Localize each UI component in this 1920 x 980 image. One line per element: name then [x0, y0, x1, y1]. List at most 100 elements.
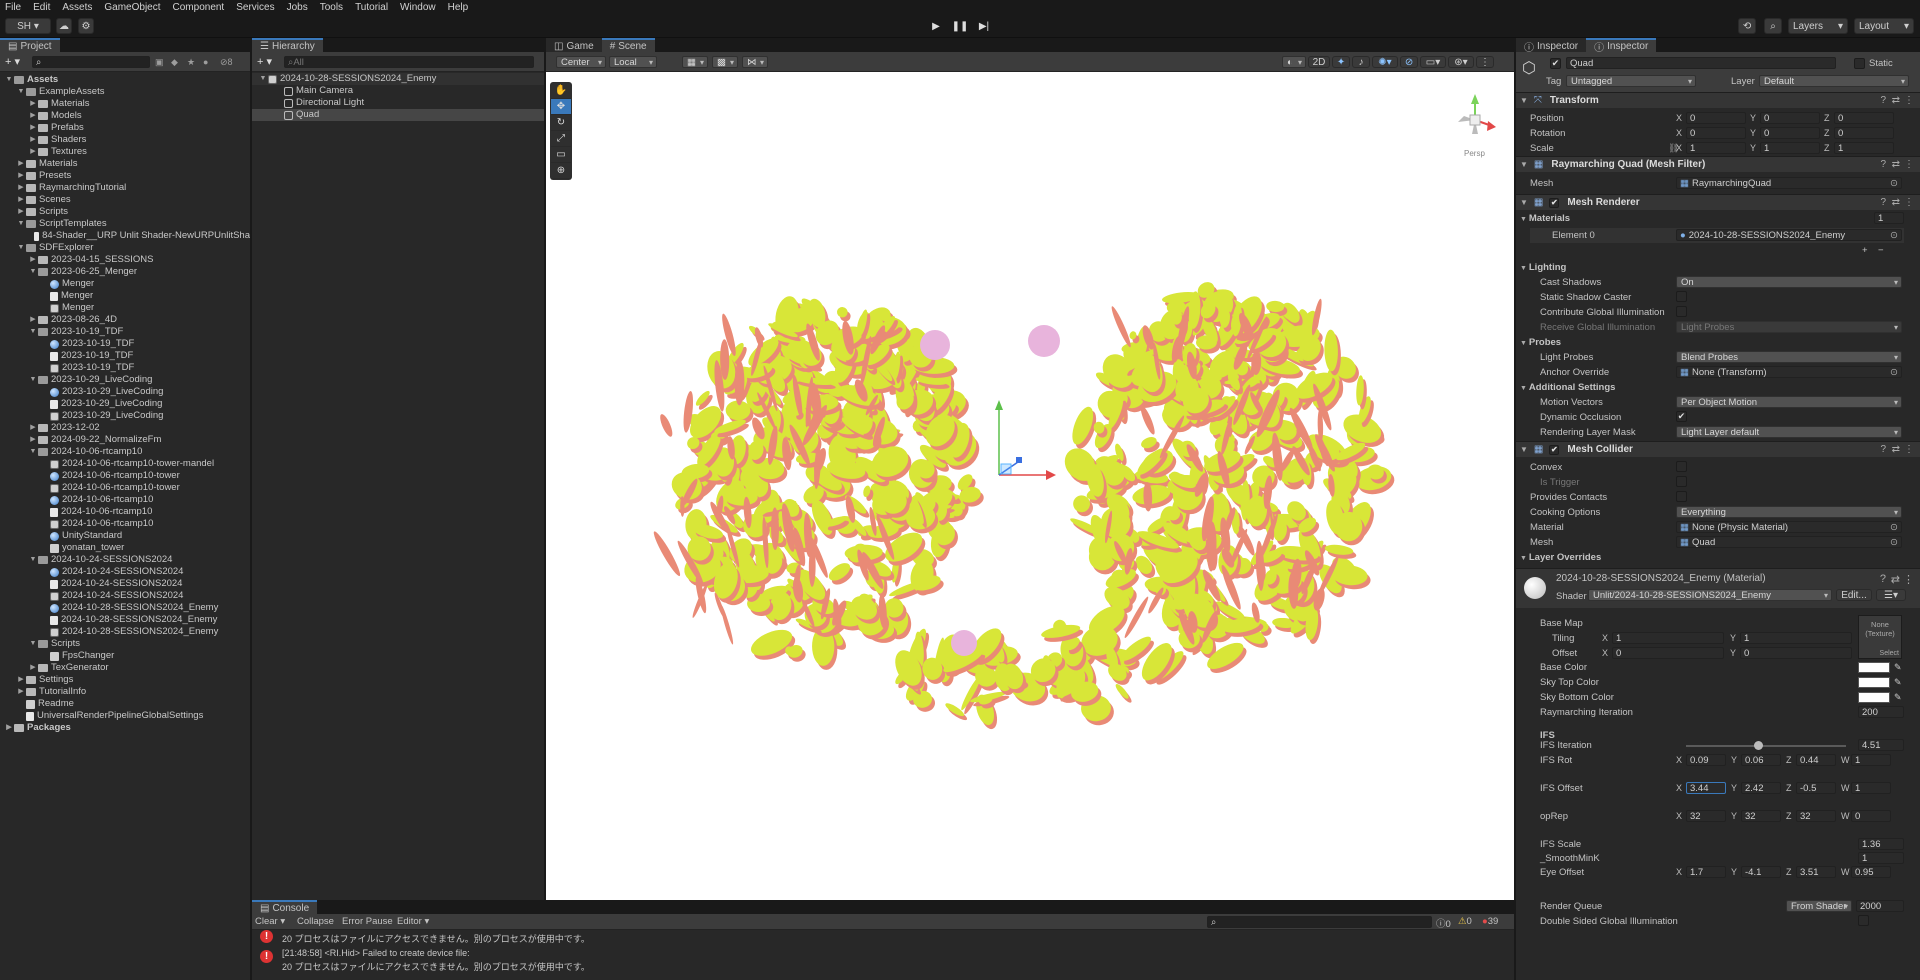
help-icon[interactable]: ? — [1880, 444, 1886, 455]
object-picker-icon[interactable]: ⊙ — [1890, 537, 1898, 547]
eye-offset-w-field[interactable]: 0.95 — [1851, 866, 1891, 878]
cloud-icon[interactable]: ☁ — [56, 18, 72, 34]
project-tree-item[interactable]: ▼ ScriptTemplates — [0, 218, 250, 230]
play-button[interactable]: ▶ — [925, 17, 947, 35]
base-map-texture-slot[interactable]: None (Texture) Select — [1858, 615, 1902, 659]
materials-section[interactable]: ▼ Materials — [1520, 213, 1570, 224]
sky-top-swatch[interactable] — [1858, 677, 1890, 688]
project-tree-item[interactable]: ▶ Shaders — [0, 134, 250, 146]
kebab-menu-icon[interactable]: ⋮ — [1904, 95, 1914, 106]
ifs-offset-w-field[interactable]: 1 — [1851, 782, 1891, 794]
favorite-icon[interactable]: ★ — [187, 57, 195, 68]
tiling-x-field[interactable]: 1 — [1612, 632, 1724, 644]
eyedropper-icon[interactable]: ✎ — [1894, 692, 1902, 703]
expand-arrow-icon[interactable]: ▶ — [28, 662, 38, 674]
project-tree-item[interactable]: ▶ 2023-08-26_4D — [0, 314, 250, 326]
preset-icon[interactable]: ⇄ — [1891, 573, 1900, 586]
pause-button[interactable]: ❚❚ — [949, 17, 971, 35]
expand-arrow-icon[interactable]: ▼ — [28, 374, 38, 386]
contrib-gi-checkbox[interactable] — [1676, 306, 1687, 317]
render-queue-dropdown[interactable]: From Shader — [1786, 900, 1852, 912]
step-button[interactable]: ▶| — [973, 17, 995, 35]
shader-dropdown[interactable]: Unlit/2024-10-28-SESSIONS2024_Enemy — [1588, 589, 1832, 601]
move-gizmo[interactable] — [995, 400, 1056, 480]
visibility-toggle-icon[interactable]: ⊘ — [1400, 56, 1418, 68]
project-tree-item[interactable]: 2024-10-28-SESSIONS2024_Enemy — [0, 626, 250, 638]
project-tree-item[interactable]: ▶ Packages — [0, 722, 250, 734]
project-tree-item[interactable]: ▼ 2023-06-25_Menger — [0, 266, 250, 278]
project-tree-item[interactable]: ▶ Materials — [0, 98, 250, 110]
project-tree-item[interactable]: 2023-10-29_LiveCoding — [0, 410, 250, 422]
menu-item[interactable]: Edit — [33, 2, 50, 13]
expand-arrow-icon[interactable]: ▼ — [1520, 445, 1528, 454]
orientation-gizmo[interactable]: Persp — [1450, 90, 1500, 160]
project-tree-item[interactable]: 2024-10-06-rtcamp10-tower — [0, 482, 250, 494]
console-line[interactable]: 20 プロセスはファイルにアクセスできません。別のプロセスが使用中です。 — [252, 960, 1514, 973]
expand-arrow-icon[interactable]: ▶ — [28, 254, 38, 266]
material-options-icon[interactable]: ☰▾ — [1876, 589, 1906, 601]
help-icon[interactable]: ? — [1880, 573, 1886, 585]
smooth-field[interactable]: 1 — [1858, 852, 1904, 864]
expand-arrow-icon[interactable]: ▼ — [28, 326, 38, 338]
tab-hierarchy[interactable]: ☰ Hierarchy — [252, 38, 323, 52]
camera-settings-icon[interactable]: ▭▾ — [1420, 56, 1446, 68]
render-queue-field[interactable]: 2000 — [1856, 900, 1904, 912]
eye-offset-y-field[interactable]: -4.1 — [1741, 866, 1781, 878]
more-icon[interactable]: ⋮ — [1476, 56, 1494, 68]
tab-inspector-2[interactable]: ⓘ Inspector — [1586, 38, 1657, 54]
draw-mode-dropdown[interactable]: ◐ — [1282, 56, 1306, 68]
object-name-input[interactable]: Quad — [1566, 57, 1836, 69]
project-tree-item[interactable]: 2024-10-24-SESSIONS2024 — [0, 578, 250, 590]
object-picker-icon[interactable]: ⊙ — [1890, 230, 1898, 240]
project-tree-item[interactable]: ▶ TexGenerator — [0, 662, 250, 674]
ifs-rot-x-field[interactable]: 0.09 — [1686, 754, 1726, 766]
anchor-field[interactable]: ▦ None (Transform) ⊙ — [1676, 366, 1902, 378]
project-tree-item[interactable]: 2024-10-06-rtcamp10-tower-mandel — [0, 458, 250, 470]
mesh-field[interactable]: ▦ RaymarchingQuad ⊙ — [1676, 177, 1902, 189]
filter-label-icon[interactable]: ◆ — [171, 57, 178, 68]
collapse-button[interactable]: Collapse — [297, 916, 334, 927]
project-tree-item[interactable]: ▼ 2024-10-24-SESSIONS2024 — [0, 554, 250, 566]
ifs-iter-field[interactable]: 4.51 — [1858, 739, 1904, 751]
oprep-x-field[interactable]: 32 — [1686, 810, 1726, 822]
sky-bottom-swatch[interactable] — [1858, 692, 1890, 703]
kebab-menu-icon[interactable]: ⋮ — [1904, 444, 1914, 455]
expand-arrow-icon[interactable]: ▶ — [28, 134, 38, 146]
layer-overrides-section[interactable]: ▼ Layer Overrides — [1520, 552, 1601, 563]
menu-item[interactable]: Services — [236, 2, 274, 13]
project-tree-item[interactable]: Menger — [0, 302, 250, 314]
error-pause-button[interactable]: Error Pause — [342, 916, 393, 927]
ifs-offset-z-field[interactable]: -0.5 — [1796, 782, 1836, 794]
tag-dropdown[interactable]: Untagged — [1566, 75, 1696, 87]
menu-item[interactable]: Component — [173, 2, 225, 13]
expand-arrow-icon[interactable]: ▼ — [28, 638, 38, 650]
grid-snap-dropdown[interactable]: ▦ — [682, 56, 708, 68]
oprep-z-field[interactable]: 32 — [1796, 810, 1836, 822]
y-field[interactable]: 0 — [1760, 112, 1820, 124]
probes-section[interactable]: ▼ Probes — [1520, 337, 1561, 348]
console-search-input[interactable]: ⌕ — [1207, 916, 1432, 928]
project-tree-item[interactable]: 2023-10-19_TDF — [0, 362, 250, 374]
expand-arrow-icon[interactable]: ▶ — [28, 122, 38, 134]
project-tree-item[interactable]: ▶ Textures — [0, 146, 250, 158]
collider-mesh-field[interactable]: ▦ Quad ⊙ — [1676, 536, 1902, 548]
preset-icon[interactable]: ⇄ — [1892, 444, 1900, 455]
expand-arrow-icon[interactable]: ▶ — [28, 98, 38, 110]
expand-arrow-icon[interactable]: ▼ — [1520, 160, 1528, 169]
project-tree-item[interactable]: ▶ Materials — [0, 158, 250, 170]
project-tree-item[interactable]: UniversalRenderPipelineGlobalSettings — [0, 710, 250, 722]
project-tree-item[interactable]: ▼ 2024-10-06-rtcamp10 — [0, 446, 250, 458]
static-checkbox[interactable] — [1854, 58, 1865, 69]
x-field[interactable]: 1 — [1686, 142, 1746, 154]
project-tree-item[interactable]: ▶ Models — [0, 110, 250, 122]
project-tree-item[interactable]: Menger — [0, 278, 250, 290]
project-tree-item[interactable]: ▶ TutorialInfo — [0, 686, 250, 698]
element-0-field[interactable]: ● 2024-10-28-SESSIONS2024_Enemy ⊙ — [1676, 229, 1902, 241]
additional-settings-section[interactable]: ▼ Additional Settings — [1520, 382, 1615, 393]
search-icon[interactable]: ⌕ — [1764, 18, 1782, 34]
layer-dropdown[interactable]: Default — [1759, 75, 1909, 87]
menu-item[interactable]: Help — [448, 2, 469, 13]
kebab-menu-icon[interactable]: ⋮ — [1904, 197, 1914, 208]
x-field[interactable]: 0 — [1686, 127, 1746, 139]
increment-dropdown[interactable]: ⋈ — [742, 56, 768, 68]
